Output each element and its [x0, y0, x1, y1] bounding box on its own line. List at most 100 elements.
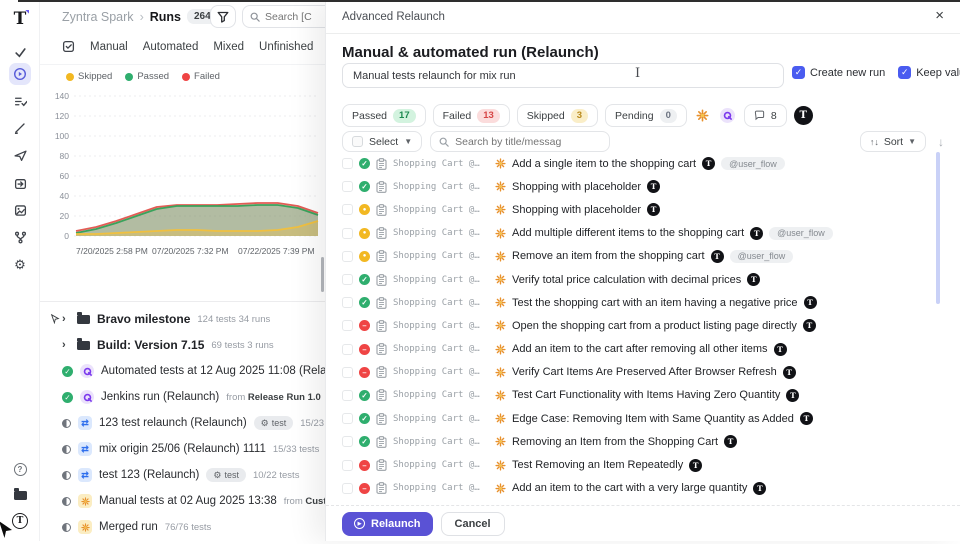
filter-chip-pending[interactable]: Pending0: [605, 104, 687, 127]
tree-run-row[interactable]: Manual tests at 02 Aug 2025 13:38from Cu…: [40, 488, 325, 514]
tree-run-row[interactable]: ⇄mix origin 25/06 (Relaunch) 111115/33 t…: [40, 436, 325, 462]
manual-run-icon: [495, 297, 506, 308]
expand-chevron-icon[interactable]: ›: [62, 339, 70, 351]
test-case-row[interactable]: –Shopping Cart @…Add an item to the cart…: [342, 477, 938, 500]
row-checkbox[interactable]: [342, 344, 353, 355]
tab-manual[interactable]: Manual: [90, 41, 128, 53]
app-logo[interactable]: T: [9, 8, 31, 30]
owner-avatar[interactable]: T: [794, 106, 813, 125]
row-checkbox[interactable]: [342, 181, 353, 192]
legend-item-skipped: Skipped: [66, 71, 112, 82]
reports-icon[interactable]: [9, 199, 31, 221]
tree-run-row[interactable]: ✓Jenkins run (Relaunch)from Release Run …: [40, 384, 325, 410]
row-checkbox[interactable]: [342, 483, 353, 494]
test-case-row[interactable]: ●Shopping Cart @…Shopping with placehold…: [342, 198, 938, 221]
export-box-icon[interactable]: [9, 172, 31, 194]
test-case-row[interactable]: ✓Shopping Cart @…Test Cart Functionality…: [342, 384, 938, 407]
tab-automated[interactable]: Automated: [143, 41, 199, 53]
assignee-avatar: T: [783, 366, 796, 379]
select-all-checkbox[interactable]: [352, 136, 363, 147]
test-case-row[interactable]: –Shopping Cart @…Open the shopping cart …: [342, 314, 938, 337]
help-icon[interactable]: ?: [9, 458, 31, 480]
branch-icon[interactable]: [9, 226, 31, 248]
row-checkbox[interactable]: [342, 274, 353, 285]
test-case-row[interactable]: ✓Shopping Cart @…Add a single item to th…: [342, 152, 938, 175]
test-case-row[interactable]: –Shopping Cart @…Verify Cart Items Are P…: [342, 361, 938, 384]
case-title: Test Removing an Item Repeatedly: [512, 459, 683, 471]
test-case-row[interactable]: ✓Shopping Cart @…Test the shopping cart …: [342, 291, 938, 314]
test-case-row[interactable]: ✓Shopping Cart @…Edge Case: Removing Ite…: [342, 407, 938, 430]
expand-chevron-icon[interactable]: ›: [62, 313, 70, 325]
row-checkbox[interactable]: [342, 251, 353, 262]
select-runs-icon[interactable]: [62, 40, 75, 53]
row-checkbox[interactable]: [342, 413, 353, 424]
breadcrumb-project[interactable]: Zyntra Spark: [62, 10, 134, 24]
modal-scrollbar[interactable]: [936, 152, 940, 304]
keep-values-option[interactable]: ✓ Keep values ?: [898, 66, 960, 79]
row-checkbox[interactable]: [342, 297, 353, 308]
case-search-box[interactable]: [430, 131, 610, 152]
test-case-row[interactable]: ●Shopping Cart @…Remove an item from the…: [342, 245, 938, 268]
row-checkbox[interactable]: [342, 390, 353, 401]
projects-folder-icon[interactable]: [9, 484, 31, 506]
settings-gear-icon[interactable]: ⚙: [9, 253, 31, 275]
run-name-input[interactable]: [342, 63, 784, 88]
tree-run-row[interactable]: ⇄test 123 (Relaunch)⚙test10/22 tests: [40, 462, 325, 488]
run-label: mix origin 25/06 (Relaunch) 1111: [99, 443, 266, 455]
automated-run-icon: [80, 390, 94, 404]
tree-run-row[interactable]: ✓Automated tests at 12 Aug 2025 11:08 (R…: [40, 358, 325, 384]
test-case-row[interactable]: ✓Shopping Cart @…Verify total price calc…: [342, 268, 938, 291]
row-checkbox[interactable]: [342, 204, 353, 215]
modal-header: Advanced Relaunch: [342, 11, 445, 23]
tree-run-row[interactable]: ⇄123 test relaunch (Relaunch)⚙test15/23 …: [40, 410, 325, 436]
checklist-icon[interactable]: [9, 90, 31, 112]
row-checkbox[interactable]: [342, 320, 353, 331]
row-checkbox[interactable]: [342, 158, 353, 169]
row-checkbox[interactable]: [342, 228, 353, 239]
keep-values-checkbox[interactable]: ✓: [898, 66, 911, 79]
cancel-button[interactable]: Cancel: [441, 512, 505, 536]
filter-button[interactable]: [210, 5, 236, 28]
filter-chip-failed[interactable]: Failed13: [433, 104, 510, 127]
row-checkbox[interactable]: [342, 460, 353, 471]
tab-unfinished[interactable]: Unfinished: [259, 41, 313, 53]
chip-count-badge: 3: [571, 109, 588, 123]
test-cases-icon[interactable]: [9, 41, 31, 63]
advanced-relaunch-modal: Advanced Relaunch × Manual & automated r…: [325, 0, 960, 541]
pointer-cursor-icon: [50, 314, 60, 324]
filter-chip-passed[interactable]: Passed17: [342, 104, 426, 127]
close-icon[interactable]: ×: [935, 7, 944, 24]
svg-text:40: 40: [60, 191, 70, 201]
panel-scrollbar[interactable]: [321, 257, 324, 292]
test-runs-icon[interactable]: [9, 63, 31, 85]
filter-chip-automated-icon[interactable]: [718, 104, 737, 127]
test-case-row[interactable]: ✓Shopping Cart @…Shopping with placehold…: [342, 175, 938, 198]
svg-text:120: 120: [55, 111, 69, 121]
filter-chip-skipped[interactable]: Skipped3: [517, 104, 598, 127]
list-toolbar: Select ▼ ↑↓ Sort ▼ ↓: [342, 131, 944, 152]
case-search-input[interactable]: [455, 136, 595, 148]
tab-mixed[interactable]: Mixed: [213, 41, 244, 53]
compose-icon[interactable]: [9, 117, 31, 139]
tree-folder-row[interactable]: ›Build: Version 7.1569 tests 3 runs: [40, 332, 325, 358]
status-passed-icon: ✓: [359, 158, 370, 169]
filter-chip-manual-icon[interactable]: [694, 104, 711, 127]
row-checkbox[interactable]: [342, 367, 353, 378]
tree-folder-row[interactable]: ›Bravo milestone124 tests 34 runs: [40, 306, 325, 332]
select-dropdown[interactable]: Select ▼: [342, 131, 422, 152]
download-icon[interactable]: ↓: [938, 135, 944, 149]
breadcrumb-page: Runs: [150, 10, 181, 24]
create-new-run-checkbox[interactable]: ✓: [792, 66, 805, 79]
comments-filter-chip[interactable]: 8: [744, 104, 787, 127]
relaunch-button[interactable]: ▶ Relaunch: [342, 512, 433, 536]
create-new-run-option[interactable]: ✓ Create new run: [792, 66, 885, 79]
row-checkbox[interactable]: [342, 436, 353, 447]
test-case-row[interactable]: –Shopping Cart @…Add an item to the cart…: [342, 338, 938, 361]
test-case-row[interactable]: ●Shopping Cart @…Add multiple different …: [342, 222, 938, 245]
runs-search-input[interactable]: [265, 11, 327, 23]
tree-run-row[interactable]: Merged run76/76 tests: [40, 514, 325, 540]
test-case-row[interactable]: ✓Shopping Cart @…Removing an Item from t…: [342, 430, 938, 453]
sort-dropdown[interactable]: ↑↓ Sort ▼: [860, 131, 926, 152]
send-plane-icon[interactable]: [9, 144, 31, 166]
test-case-row[interactable]: –Shopping Cart @…Test Removing an Item R…: [342, 453, 938, 476]
